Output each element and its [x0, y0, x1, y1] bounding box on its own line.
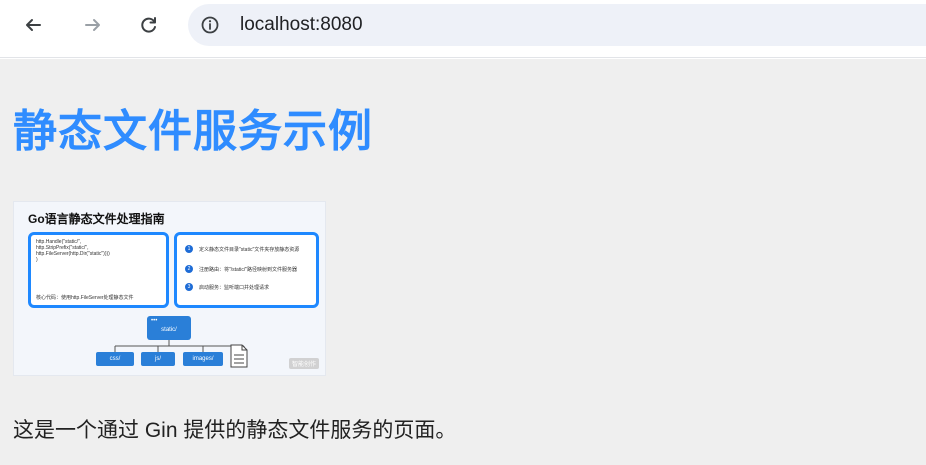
page-description: 这是一个通过 Gin 提供的静态文件服务的页面。: [13, 419, 457, 442]
guide-image: Go语言静态文件处理指南 http.Handle("static/", http…: [13, 201, 326, 376]
browser-toolbar: localhost:8080: [0, 0, 926, 58]
address-bar[interactable]: localhost:8080: [188, 4, 926, 46]
reload-icon: [141, 17, 156, 33]
folder-node-images: images/: [183, 352, 223, 366]
back-button[interactable]: [18, 10, 48, 40]
folder-node-label: static/: [161, 327, 177, 333]
page-viewport: 静态文件服务示例 Go语言静态文件处理指南 http.Handle("stati…: [0, 59, 926, 465]
folder-node-css: css/: [96, 352, 134, 366]
forward-button[interactable]: [78, 10, 108, 40]
folder-node-static: ••• static/: [147, 316, 191, 340]
page-title: 静态文件服务示例: [13, 107, 373, 156]
tree-connector-lines: [114, 340, 245, 352]
reload-button[interactable]: [134, 10, 164, 40]
url-text[interactable]: localhost:8080: [240, 14, 363, 36]
arrow-right-icon: [85, 19, 100, 31]
folder-node-js: js/: [141, 352, 175, 366]
document-icon: [230, 344, 248, 368]
window-dots: •••: [151, 318, 158, 324]
image-watermark: 智能创作: [288, 358, 319, 369]
site-info-button[interactable]: [198, 13, 222, 37]
info-circle-icon: [201, 16, 219, 34]
arrow-left-icon: [26, 19, 41, 31]
